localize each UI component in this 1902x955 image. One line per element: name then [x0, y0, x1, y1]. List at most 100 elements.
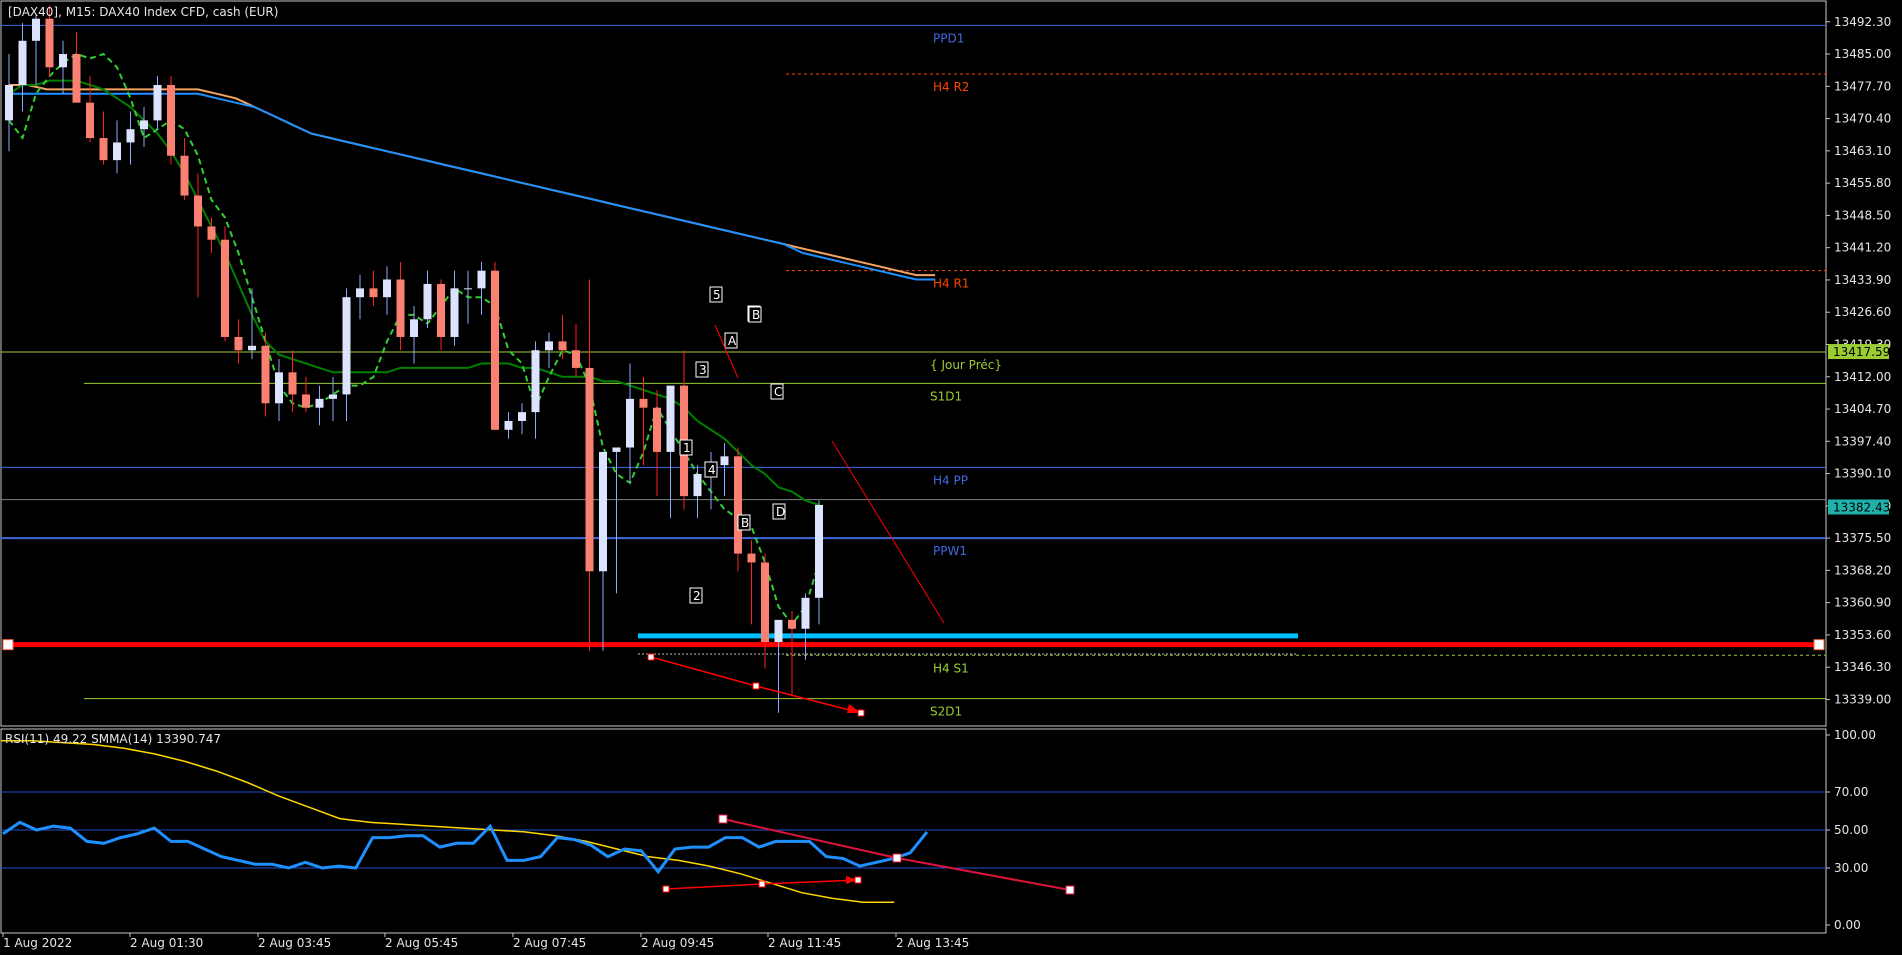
candle-body [666, 385, 675, 452]
rsi-tick-label: 100.00 [1834, 728, 1876, 742]
rsi-support-point [758, 880, 766, 888]
price-tick-label: 13448.50 [1834, 208, 1891, 222]
rsi-tick-label: 70.00 [1834, 785, 1868, 799]
candle-body [234, 336, 243, 351]
candle-body [180, 155, 189, 196]
price-tick-label: 13353.60 [1834, 628, 1891, 642]
candle-body [437, 283, 445, 337]
candle-body [86, 102, 94, 139]
price-tick-label: 13492.30 [1834, 15, 1891, 29]
candle-body [207, 226, 216, 240]
price-tick-label: 13375.50 [1834, 531, 1891, 545]
wave-label: 3 [699, 363, 707, 377]
wave-label: C [774, 385, 782, 399]
candle-body [545, 341, 553, 351]
rsi-divergence-point [1065, 885, 1075, 895]
wave-label: B [752, 308, 760, 322]
time-tick-label: 2 Aug 03:45 [258, 936, 331, 950]
divergence-point [857, 709, 865, 717]
candle-body [612, 447, 621, 452]
candle-body [315, 398, 324, 408]
price-tick-label: 13412.00 [1834, 370, 1891, 384]
price-tick-label: 13368.20 [1834, 563, 1891, 577]
price-tick-label: 13477.70 [1834, 79, 1891, 93]
candle-body [504, 420, 513, 430]
candle-body [477, 270, 486, 289]
candle-body [32, 18, 40, 41]
pivot-label: H4 R1 [933, 277, 969, 291]
rsi-tick-label: 50.00 [1834, 823, 1868, 837]
candle-body [99, 138, 108, 161]
time-tick-label: 2 Aug 09:45 [641, 936, 714, 950]
candle-body [140, 120, 148, 130]
pivot-label: S1D1 [930, 389, 962, 403]
price-tick-label: 13485.00 [1834, 47, 1891, 61]
price-tick-label: 13433.90 [1834, 273, 1891, 287]
candle-body [59, 54, 67, 68]
price-tick-label: 13397.40 [1834, 434, 1891, 448]
candle-body [167, 84, 175, 156]
wave-label: 4 [708, 463, 716, 477]
support-handle-left [2, 639, 14, 651]
candle-body [693, 474, 702, 497]
rsi-support-point [662, 885, 670, 893]
pivot-label: H4 PP [933, 473, 968, 487]
price-tick-label: 13426.60 [1834, 305, 1891, 319]
candle-body [491, 270, 499, 430]
candle-body [369, 288, 378, 298]
pivot-label: H4 R2 [933, 80, 969, 94]
price-tick-label: 13346.30 [1834, 660, 1891, 674]
candle-body [531, 350, 540, 413]
support-handle-right [1813, 639, 1825, 651]
candle-body [261, 345, 270, 404]
candle-body [248, 345, 256, 351]
price-tick-label: 13339.00 [1834, 692, 1891, 706]
candle-body [329, 394, 337, 399]
candle-body [653, 407, 661, 452]
candle-body [45, 18, 54, 68]
pivot-label: PPD1 [933, 31, 964, 45]
rsi-header: RSI(11) 49.22 SMMA(14) 13390.747 [5, 732, 221, 746]
wave-label: 5 [713, 288, 721, 302]
candle-body [788, 619, 796, 629]
pivot-label: S2D1 [930, 705, 962, 719]
candle-body [288, 372, 297, 395]
price-tick-label: 13390.10 [1834, 467, 1891, 481]
wave-label: D [776, 505, 785, 519]
candle-body [383, 279, 391, 298]
rsi-tick-label: 30.00 [1834, 861, 1868, 875]
rsi-tick-label: 0.00 [1834, 918, 1861, 932]
candle-body [302, 394, 310, 408]
candle-body [5, 84, 13, 121]
candle-body [356, 288, 364, 298]
wave-label: 1 [683, 441, 691, 455]
wave-label: B [741, 516, 749, 530]
candle-body [153, 84, 162, 121]
time-tick-label: 2 Aug 07:45 [513, 936, 586, 950]
divergence-point [647, 653, 655, 661]
candle-body [774, 619, 783, 643]
time-tick-label: 2 Aug 13:45 [896, 936, 969, 950]
divergence-point [752, 682, 760, 690]
chart-header: [DAX40], M15: DAX40 Index CFD, cash (EUR… [8, 5, 278, 19]
candle-body [761, 562, 769, 643]
time-tick-label: 1 Aug 2022 [3, 936, 72, 950]
candle-body [572, 350, 580, 368]
candle-body [18, 40, 27, 85]
candle-body [342, 297, 351, 395]
wave-label: A [728, 334, 737, 348]
time-tick-label: 2 Aug 05:45 [385, 936, 458, 950]
rsi-support-point [854, 876, 862, 884]
candle-body [720, 456, 729, 466]
candle-body [423, 283, 432, 320]
pivot-label: PPW1 [933, 544, 967, 558]
rsi-divergence-point [892, 853, 902, 863]
wave-label: 2 [693, 589, 701, 603]
candle-body [734, 456, 742, 554]
candle-body [626, 398, 634, 448]
candle-body [410, 319, 418, 337]
time-tick-label: 2 Aug 01:30 [130, 936, 203, 950]
candle-body [639, 398, 648, 408]
pivot-label: H4 S1 [933, 661, 969, 675]
pivot-label: { Jour Préc} [930, 358, 1002, 372]
